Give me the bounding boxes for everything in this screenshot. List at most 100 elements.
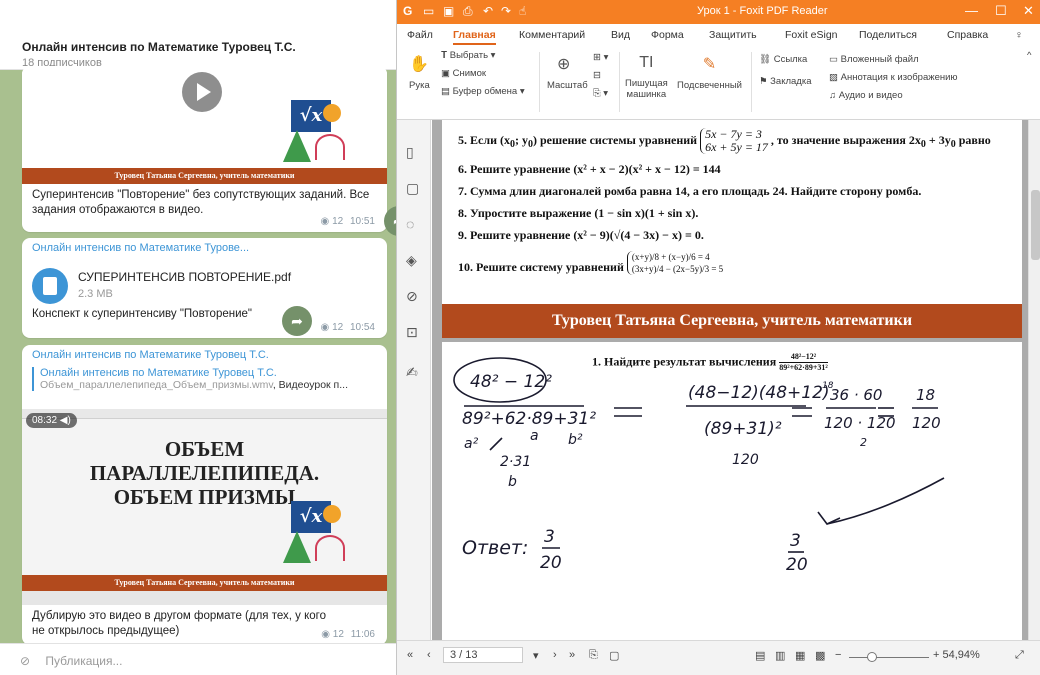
link-title: Онлайн интенсив по Математике Туровец Т.… <box>40 367 277 379</box>
channel-header[interactable]: Онлайн интенсив по Математике Туровец Т.… <box>0 0 400 70</box>
video-player[interactable]: 08:32 ◀) ОБЪЕМ ПАРАЛЛЕЛЕПИПЕДА. ОБЪЕМ ПР… <box>22 409 387 605</box>
maximize-icon[interactable]: ☐ <box>995 3 1007 19</box>
forward-button[interactable]: ➦ <box>282 306 312 336</box>
fit-width-button[interactable]: ⊟ <box>593 70 601 81</box>
menu-form[interactable]: Форма <box>651 29 684 41</box>
redo-icon[interactable]: ↷ <box>501 4 511 18</box>
fit-width-icon: ⊟ <box>593 70 601 81</box>
views-icon: ◉ <box>320 322 330 333</box>
page-number-input[interactable]: 3 / 13 <box>443 647 523 663</box>
highlight-button[interactable]: ✎ Подсвеченный <box>677 54 742 91</box>
ribbon-collapse-icon[interactable]: ^ <box>1027 50 1031 61</box>
thumbnail-banner: Туровец Татьяна Сергеевна, учитель матем… <box>22 168 387 184</box>
tell-me-icon[interactable]: ♀ <box>1015 29 1023 41</box>
message-sender[interactable]: Онлайн интенсив по Математике Туровец Т.… <box>32 349 269 361</box>
menu-esign[interactable]: Foxit eSign <box>785 29 838 41</box>
page-icon[interactable]: ▢ <box>609 649 619 662</box>
fullscreen-icon[interactable]: ⤢ <box>1015 649 1024 662</box>
hw-answer-denominator: 20 <box>540 553 562 573</box>
select-button[interactable]: 𝐓 Выбрать ▾ <box>441 50 495 61</box>
attachment-icon: ▭ <box>829 54 838 65</box>
play-icon[interactable] <box>182 72 222 112</box>
message-file[interactable]: Онлайн интенсив по Математике Турове... … <box>22 238 387 338</box>
comments-panel-icon[interactable]: ◌ <box>406 216 414 232</box>
hw-eq-numerator: (48−12)(48+12) <box>688 383 830 403</box>
hw-b: b <box>508 474 517 490</box>
open-icon[interactable]: ▭ <box>423 4 434 18</box>
task-8: 8. Упростите выражение (1 − sin x)(1 + s… <box>458 206 699 220</box>
attachment-button[interactable]: ▭ Вложенный файл <box>829 54 919 65</box>
zoom-button[interactable]: ⊕ Масштаб <box>547 54 588 91</box>
message-time: 10:51 <box>349 216 375 227</box>
hw-den-value: 120 <box>732 452 759 468</box>
menu-protect[interactable]: Защитить <box>709 29 757 41</box>
scrollbar-thumb[interactable] <box>1031 190 1040 260</box>
zoom-level[interactable]: + 54,94% <box>933 649 980 661</box>
link-button[interactable]: ⛓ Ссылка <box>759 54 807 65</box>
facing-page-icon[interactable]: ▦ <box>795 649 805 662</box>
single-page-icon[interactable]: ▤ <box>755 649 765 662</box>
video-toolbar <box>22 409 387 419</box>
bookmark-button[interactable]: ⚑ Закладка <box>759 76 811 87</box>
undo-icon[interactable]: ↶ <box>483 4 493 18</box>
signature-panel-icon[interactable]: ✍ <box>406 364 418 381</box>
zoom-slider-handle[interactable] <box>867 652 877 662</box>
vertical-scrollbar[interactable] <box>1028 120 1040 640</box>
document-viewport[interactable]: 5. Если (x0; y0) решение системы уравнен… <box>432 120 1028 640</box>
audio-video-button[interactable]: ♫ Аудио и видео <box>829 90 903 101</box>
attach-icon[interactable]: ⊘ <box>20 654 30 668</box>
task-9: 9. Решите уравнение (x² − 9)(√(4 − 3x) −… <box>458 228 704 242</box>
menu-view[interactable]: Вид <box>611 29 630 41</box>
hw-small-2: 2 <box>860 436 867 449</box>
message-caption: Суперинтенсив "Повторение" без сопутству… <box>32 189 370 216</box>
message-video-2[interactable]: Онлайн интенсив по Математике Туровец Т.… <box>22 345 387 645</box>
bookmark-icon: ⚑ <box>759 76 768 87</box>
continuous-facing-icon[interactable]: ▩ <box>815 649 825 662</box>
composer-input[interactable]: Публикация... <box>45 654 122 668</box>
close-icon[interactable]: ✕ <box>1023 3 1034 19</box>
menu-comment[interactable]: Комментарий <box>519 29 585 41</box>
typewriter-button[interactable]: TI Пишущая машинка <box>625 54 668 100</box>
hw-numerator: 48² − 12² <box>470 372 552 392</box>
zoom-slider-track[interactable] <box>849 657 929 658</box>
hand-tool-button[interactable]: ✋ Рука <box>409 54 430 91</box>
security-panel-icon[interactable]: ⊡ <box>406 324 418 341</box>
snapshot-button[interactable]: ▣ Снимок <box>441 68 486 79</box>
page-fit-button[interactable]: ⊞ ▾ <box>593 52 608 63</box>
window-title: Урок 1 - Foxit PDF Reader <box>697 5 828 17</box>
copy-page-icon[interactable]: ⎘ <box>589 649 598 662</box>
file-icon[interactable] <box>32 268 68 304</box>
clipboard-button[interactable]: ▤ Буфер обмена ▾ <box>441 86 525 97</box>
link-preview[interactable]: Онлайн интенсив по Математике Туровец Т.… <box>32 367 377 391</box>
pdf-page-2: 1. Найдите результат вычисления 48²−12² … <box>442 342 1022 640</box>
composer[interactable]: ⊘ Публикация... <box>0 643 400 675</box>
layers-panel-icon[interactable]: ◈ <box>406 252 417 269</box>
rotate-button[interactable]: ⎘ ▾ <box>593 88 608 99</box>
message-sender[interactable]: Онлайн интенсив по Математике Турове... <box>32 242 249 254</box>
page-dropdown-icon[interactable]: ▾ <box>533 649 539 662</box>
menu-share[interactable]: Поделиться <box>859 29 917 41</box>
continuous-page-icon[interactable]: ▥ <box>775 649 785 662</box>
hw-denominator: 89²+62·89+31² <box>462 409 596 429</box>
video-thumbnail[interactable]: √x Туровец Татьяна Сергеевна, учитель ма… <box>22 66 387 184</box>
file-name[interactable]: СУПЕРИНТЕНСИВ ПОВТОРЕНИЕ.pdf <box>78 270 291 284</box>
print-icon[interactable]: ⎙ <box>463 4 473 19</box>
pages-panel-icon[interactable]: ▢ <box>406 180 419 197</box>
image-annotation-button[interactable]: ▨ Аннотация к изображению <box>829 72 958 83</box>
hand-tool-icon[interactable]: ☝ <box>519 4 526 18</box>
next-page-icon[interactable]: › <box>553 649 557 661</box>
save-icon[interactable]: ▣ <box>443 4 454 18</box>
bookmark-panel-icon[interactable]: ▯ <box>406 144 414 161</box>
menu-home[interactable]: Главная <box>453 29 496 45</box>
menu-help[interactable]: Справка <box>947 29 988 41</box>
prev-page-icon[interactable]: ‹ <box>427 649 431 661</box>
minimize-icon[interactable]: — <box>965 3 978 18</box>
message-video-1[interactable]: √x Туровец Татьяна Сергеевна, учитель ма… <box>22 66 387 232</box>
last-page-icon[interactable]: » <box>569 649 575 661</box>
attachments-panel-icon[interactable]: ⊘ <box>406 288 418 305</box>
menu-file[interactable]: Файл <box>407 29 433 41</box>
first-page-icon[interactable]: « <box>407 649 413 661</box>
zoom-out-icon[interactable]: − <box>835 649 841 661</box>
title-bar[interactable]: G ▭ ▣ ⎙ ↶ ↷ ☝ Урок 1 - Foxit PDF Reader … <box>397 0 1040 24</box>
video-title: ОБЪЕМ ПАРАЛЛЕЛЕПИПЕДА. ОБЪЕМ ПРИЗМЫ <box>89 437 320 509</box>
